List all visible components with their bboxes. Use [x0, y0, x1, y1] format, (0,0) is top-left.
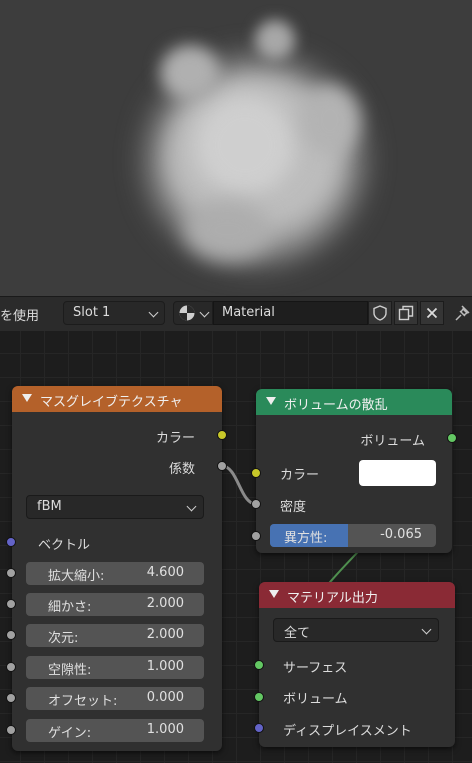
field-value: 0.000: [146, 690, 184, 705]
chevron-down-icon: [148, 307, 159, 318]
anisotropy-slider[interactable]: 異方性: -0.065: [270, 524, 436, 547]
offset-field[interactable]: オフセット: 0.000: [26, 687, 204, 710]
close-icon: [426, 307, 438, 319]
chevron-down-icon: [186, 501, 197, 512]
use-nodes-label[interactable]: を使用: [0, 305, 39, 324]
node-title: マテリアル出力: [287, 591, 378, 606]
field-value: 1.000: [146, 659, 184, 674]
pin-icon[interactable]: [452, 302, 472, 324]
input-offset-socket[interactable]: [6, 693, 16, 703]
musgrave-texture-node[interactable]: マスグレイブテクスチャ カラー 係数 fBM ベクトル 拡大縮小: 4.600 …: [6, 386, 227, 751]
chevron-down-icon: [199, 307, 210, 318]
field-label: オフセット:: [48, 694, 118, 709]
volume-cloud-puff: [300, 85, 360, 155]
material-output-node[interactable]: マテリアル出力 全て サーフェス ボリューム ディスプレイスメント: [254, 582, 455, 747]
scale-field[interactable]: 拡大縮小: 4.600: [26, 562, 204, 585]
chevron-down-icon: [421, 624, 432, 635]
input-color-label: カラー: [280, 468, 320, 483]
node-title: ボリュームの散乱: [284, 398, 388, 413]
material-name: Material: [222, 305, 275, 320]
input-detail-socket[interactable]: [6, 599, 16, 609]
duplicate-material-button[interactable]: [394, 301, 418, 325]
render-target-value: 全て: [284, 626, 311, 641]
field-value: 2.000: [146, 627, 184, 642]
input-volume-socket[interactable]: [254, 692, 264, 702]
volume-cloud-puff: [185, 200, 270, 260]
node-header[interactable]: マテリアル出力: [259, 582, 455, 608]
anisotropy-label: 異方性:: [284, 531, 328, 546]
output-color-socket[interactable]: [217, 430, 227, 440]
input-gain-socket[interactable]: [6, 725, 16, 735]
input-vector-label: ベクトル: [38, 538, 91, 553]
input-vector-socket[interactable]: [6, 537, 16, 547]
field-label: 細かさ:: [48, 600, 92, 615]
gain-field[interactable]: ゲイン: 1.000: [26, 719, 204, 742]
node-header[interactable]: ボリュームの散乱: [256, 389, 452, 415]
node-editor-canvas[interactable]: マスグレイブテクスチャ カラー 係数 fBM ベクトル 拡大縮小: 4.600 …: [0, 331, 472, 763]
input-density-label: 密度: [280, 500, 307, 515]
collapse-triangle-icon[interactable]: [22, 394, 32, 402]
node-header[interactable]: マスグレイブテクスチャ: [12, 386, 222, 412]
input-displacement-label: ディスプレイスメント: [283, 724, 412, 739]
input-surface-socket[interactable]: [254, 660, 264, 670]
volume-cloud-highlight: [195, 95, 295, 195]
shield-icon: [373, 305, 387, 321]
slot-dropdown[interactable]: Slot 1: [63, 301, 165, 325]
volume-scatter-node[interactable]: ボリュームの散乱 ボリューム カラー 密度 異方性: -0.065: [251, 389, 457, 553]
render-target-dropdown[interactable]: 全て: [273, 618, 439, 642]
unlink-material-button[interactable]: [420, 301, 444, 325]
input-dimension-socket[interactable]: [6, 630, 16, 640]
volume-cloud-puff: [255, 20, 295, 60]
field-value: 4.600: [146, 565, 184, 580]
field-label: 次元:: [48, 631, 79, 646]
material-browse-button[interactable]: [173, 301, 213, 325]
output-fac-label: 係数: [168, 462, 195, 477]
fake-user-button[interactable]: [368, 301, 392, 325]
color-swatch[interactable]: [359, 460, 436, 486]
field-value: 2.000: [146, 596, 184, 611]
field-label: 空隙性:: [48, 663, 92, 678]
field-label: 拡大縮小:: [48, 569, 105, 584]
output-fac-socket[interactable]: [217, 461, 227, 471]
input-scale-socket[interactable]: [6, 568, 16, 578]
material-name-field[interactable]: Material: [213, 301, 368, 325]
output-color-label: カラー: [155, 431, 195, 446]
node-title: マスグレイブテクスチャ: [40, 395, 183, 410]
input-anisotropy-socket[interactable]: [251, 531, 261, 541]
input-volume-label: ボリューム: [283, 692, 348, 707]
dimension-field[interactable]: 次元: 2.000: [26, 624, 204, 647]
input-color-socket[interactable]: [251, 468, 261, 478]
lacunarity-field[interactable]: 空隙性: 1.000: [26, 656, 204, 679]
input-surface-label: サーフェス: [283, 661, 348, 676]
input-displacement-socket[interactable]: [254, 723, 264, 733]
input-lacunarity-socket[interactable]: [6, 662, 16, 672]
input-density-socket[interactable]: [251, 499, 261, 509]
collapse-triangle-icon[interactable]: [269, 590, 279, 598]
output-volume-label: ボリューム: [360, 434, 425, 449]
volume-cloud-puff: [160, 45, 220, 100]
field-label: ゲイン:: [48, 726, 92, 741]
anisotropy-value: -0.065: [380, 527, 422, 542]
detail-field[interactable]: 細かさ: 2.000: [26, 593, 204, 616]
duplicate-icon: [398, 305, 414, 321]
output-volume-socket[interactable]: [447, 433, 457, 443]
material-sphere-icon: [179, 305, 195, 321]
collapse-triangle-icon[interactable]: [266, 397, 276, 405]
musgrave-type-value: fBM: [37, 499, 62, 514]
musgrave-type-dropdown[interactable]: fBM: [26, 495, 204, 519]
material-preview-viewport[interactable]: [0, 0, 472, 296]
field-value: 1.000: [146, 722, 184, 737]
node-editor-header: を使用 Slot 1 Material: [0, 296, 472, 332]
slot-value: Slot 1: [73, 305, 111, 320]
